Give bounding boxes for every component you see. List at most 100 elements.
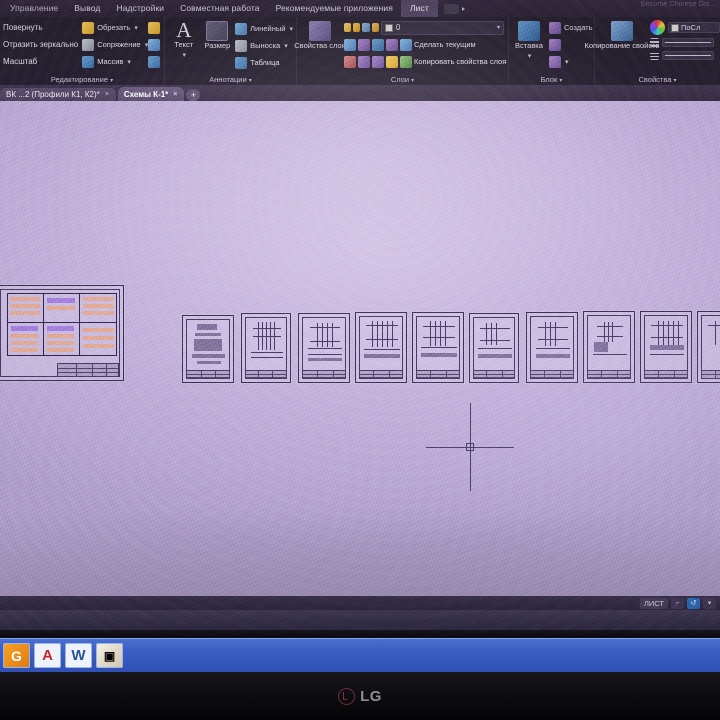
cmd-array-label[interactable]: Массив (97, 57, 123, 66)
cmd-mirror-label[interactable]: Отразить зеркально (3, 40, 78, 49)
chevron-down-icon[interactable]: ▾ (497, 24, 500, 31)
lg-logo-icon (338, 687, 356, 705)
ribbon-tab-nadstroyki[interactable]: Надстройки (108, 0, 172, 17)
color-wheel-icon[interactable] (650, 20, 665, 35)
btn-match-properties-label: Копирование свойств (584, 41, 660, 50)
status-mode-label[interactable]: ЛИСТ (639, 597, 668, 609)
layer-properties-icon (309, 21, 331, 41)
pickbox (466, 443, 474, 451)
color-combo[interactable]: ПоСл (668, 22, 720, 33)
lineweight-icon[interactable] (650, 51, 659, 60)
close-icon[interactable]: × (173, 91, 177, 98)
copy-icon[interactable] (148, 38, 161, 51)
cmd-copy-layer-props-label[interactable]: Копировать свойства слоя (414, 57, 506, 66)
layer-off-icon[interactable] (344, 38, 356, 51)
ribbon-tab-sovmestnaya-rabota[interactable]: Совместная работа (172, 0, 267, 17)
ribbon-tab-list[interactable]: Лист (400, 0, 438, 17)
ribbon-panel-editing: Повернуть Отразить зеркально Масштаб Обр… (0, 17, 165, 85)
drawing-tab-shemy-k1[interactable]: Схемы К-1* × (117, 87, 185, 101)
array-icon[interactable] (82, 55, 95, 68)
copy-layer-props-icon[interactable] (400, 55, 412, 68)
btn-insert-block[interactable]: Вставка ▾ (512, 19, 546, 70)
btn-layer-properties[interactable]: Свойства слоя (294, 19, 346, 70)
cmd-linear-label[interactable]: Линейный (250, 24, 285, 33)
cmd-trim-label[interactable]: Обрезать (97, 23, 130, 32)
match-properties-icon (611, 21, 633, 41)
leader-icon[interactable] (235, 39, 248, 52)
ribbon-tab-upravlenie[interactable]: Управление (2, 0, 66, 17)
schematic-sheet-2[interactable] (241, 313, 291, 383)
layer-combo[interactable]: 0 ▾ (380, 20, 505, 35)
linear-dim-icon[interactable] (235, 22, 248, 35)
ribbon-panel-layers: Свойства слоя 0 ▾ Сделать текущим Копиро… (294, 17, 509, 85)
layer-isolate-icon[interactable] (358, 38, 370, 51)
cmd-scale-label[interactable]: Масштаб (3, 57, 37, 66)
lightbulb-icon[interactable] (344, 23, 352, 32)
video-capture-icon[interactable] (443, 3, 465, 14)
linetype-icon[interactable] (650, 38, 659, 47)
btn-layer-properties-label: Свойства слоя (294, 41, 346, 50)
lock-icon[interactable] (371, 23, 379, 32)
ribbon-tab-rekomenduemye-prilozheniya[interactable]: Рекомендуемые приложения (268, 0, 401, 17)
drawing-canvas[interactable] (0, 101, 720, 596)
layer-on-icon[interactable] (344, 55, 356, 68)
taskbar-item-word[interactable]: W (65, 643, 92, 668)
cmd-create-block-label[interactable]: Создать (564, 23, 593, 32)
panel-title-editing[interactable]: Редактирование ▾ (0, 75, 164, 84)
btn-insert-block-label: Вставка (515, 41, 543, 50)
taskbar-item-photo[interactable]: ▣ (96, 643, 123, 668)
cmd-fillet-label[interactable]: Сопряжение (97, 40, 141, 49)
create-block-icon[interactable] (549, 21, 561, 34)
screen-edge (0, 630, 720, 638)
schematic-sheet-6[interactable] (469, 313, 519, 383)
stretch-icon[interactable] (148, 55, 161, 68)
schematic-sheet-9[interactable] (640, 311, 692, 383)
taskbar-item-gom[interactable]: G (3, 643, 30, 668)
layer-lock-icon[interactable] (386, 38, 398, 51)
schematic-sheet-5[interactable] (412, 312, 464, 383)
linetype-combo[interactable] (662, 38, 714, 47)
more-options-icon[interactable]: ▾ (703, 597, 716, 609)
cmd-table-label[interactable]: Таблица (250, 58, 279, 67)
btn-match-properties[interactable]: Копирование свойств (585, 19, 660, 61)
lineweight-combo[interactable] (662, 51, 714, 60)
sun-icon[interactable] (353, 23, 361, 32)
annotation-scale-icon[interactable]: ⌐ (671, 597, 684, 609)
close-icon[interactable]: × (105, 91, 109, 98)
edit-block-icon[interactable] (549, 38, 561, 51)
btn-dimension[interactable]: Размер (202, 19, 234, 71)
block-attribute-icon[interactable] (549, 55, 561, 68)
layer-color-swatch (384, 23, 393, 32)
schematic-sheet-8[interactable] (583, 311, 635, 383)
cmd-leader-label[interactable]: Выноска (250, 41, 280, 50)
layer-merge-icon[interactable] (358, 55, 370, 68)
set-current-layer-icon[interactable] (400, 38, 412, 51)
table-icon[interactable] (235, 56, 248, 69)
schematic-sheet-4[interactable] (355, 312, 407, 383)
taskbar-item-autocad[interactable]: A (34, 643, 61, 668)
btn-text[interactable]: A Текст ▾ (168, 19, 200, 71)
cmd-set-current-label[interactable]: Сделать текущим (414, 40, 476, 49)
freeze-icon[interactable] (362, 23, 370, 32)
schematic-sheet-3[interactable] (298, 313, 350, 383)
insert-block-icon (518, 21, 540, 41)
panel-title-block[interactable]: Блок ▾ (509, 75, 594, 84)
fillet-icon[interactable] (82, 38, 95, 51)
viewport-sync-icon[interactable]: ↺ (687, 597, 700, 609)
schematic-sheet-1[interactable] (182, 315, 234, 383)
explode-icon[interactable] (148, 21, 161, 34)
panel-title-properties[interactable]: Свойства ▾ (595, 75, 720, 84)
layer-freeze-icon[interactable] (372, 38, 384, 51)
cmd-rotate-label[interactable]: Повернуть (3, 23, 43, 32)
new-drawing-tab-button[interactable]: + (186, 89, 201, 101)
schematic-sheet-7[interactable] (526, 312, 578, 383)
plan-sheet-colored[interactable] (0, 285, 124, 381)
schematic-sheet-10[interactable] (697, 311, 720, 383)
panel-title-layers[interactable]: Слои ▾ (297, 75, 508, 84)
ribbon-tab-vyvod[interactable]: Вывод (66, 0, 108, 17)
trim-icon[interactable] (82, 21, 95, 34)
panel-title-annotations[interactable]: Аннотации ▾ (165, 75, 296, 84)
layer-delete-icon[interactable] (372, 55, 384, 68)
drawing-tab-vk-profili[interactable]: ВК ...2 (Профили К1, К2)* × (0, 88, 116, 101)
layer-unlock-icon[interactable] (386, 55, 398, 68)
